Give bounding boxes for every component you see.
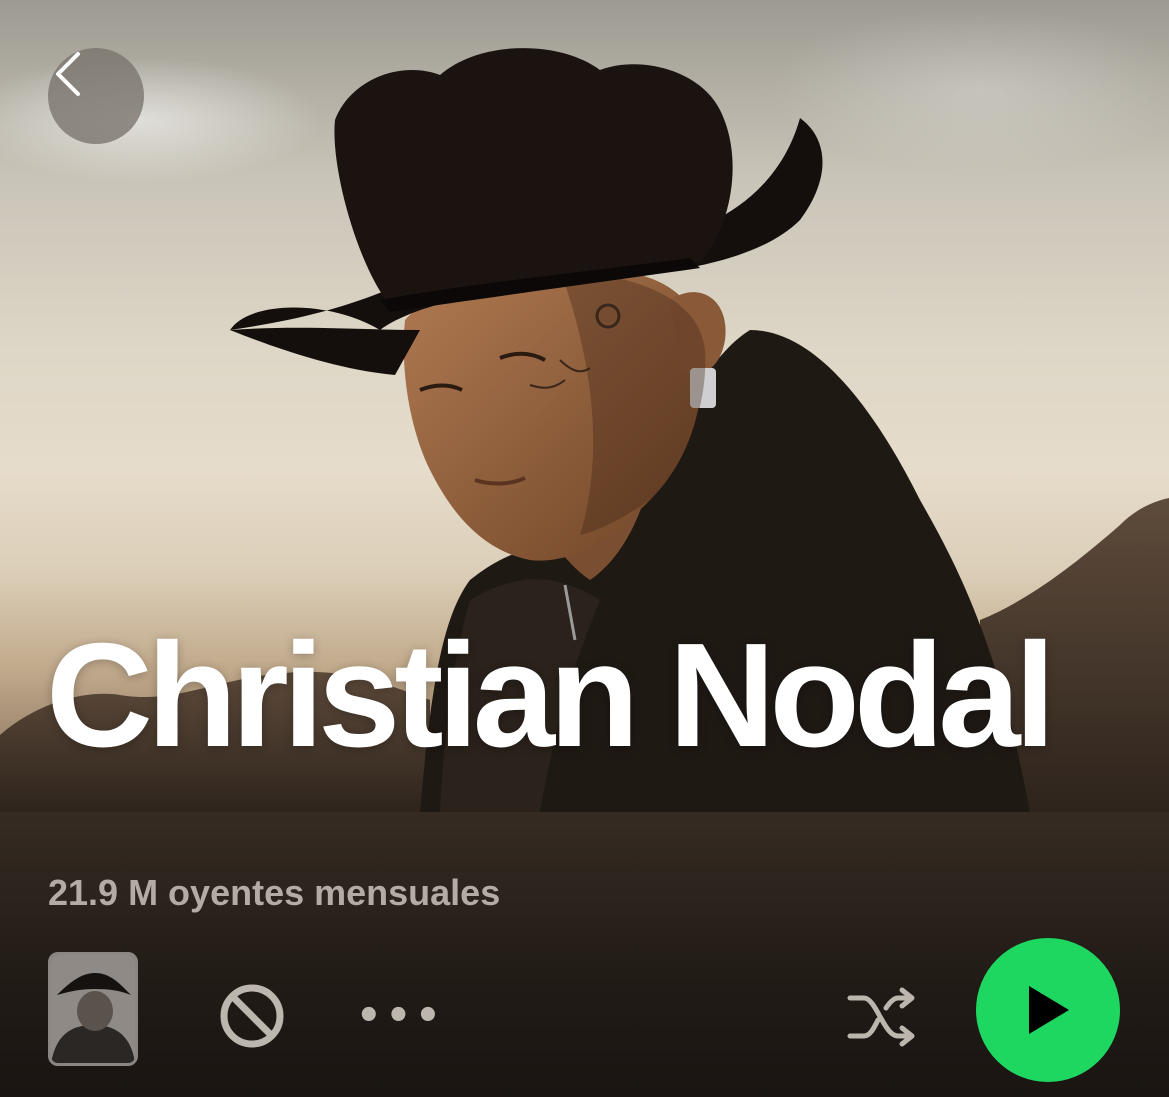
artist-header-image: Christian Nodal — [0, 0, 1169, 812]
more-options-button[interactable]: ••• — [356, 996, 441, 1036]
more-dots-icon: ••• — [356, 993, 445, 1039]
artist-thumbnail-button[interactable] — [48, 952, 138, 1066]
shuffle-icon — [847, 987, 915, 1047]
play-icon — [1029, 986, 1069, 1034]
shuffle-button[interactable] — [842, 982, 922, 1052]
play-button[interactable] — [976, 938, 1120, 1082]
back-button[interactable] — [48, 48, 144, 144]
chevron-left-icon — [56, 52, 80, 96]
block-icon — [220, 984, 284, 1048]
artist-info-panel: 21.9 M oyentes mensuales ••• — [0, 812, 1169, 1097]
monthly-listeners: 21.9 M oyentes mensuales — [48, 872, 501, 913]
artist-thumbnail-image — [51, 955, 135, 1063]
artist-name: Christian Nodal — [46, 613, 1056, 778]
block-button[interactable] — [216, 980, 288, 1052]
